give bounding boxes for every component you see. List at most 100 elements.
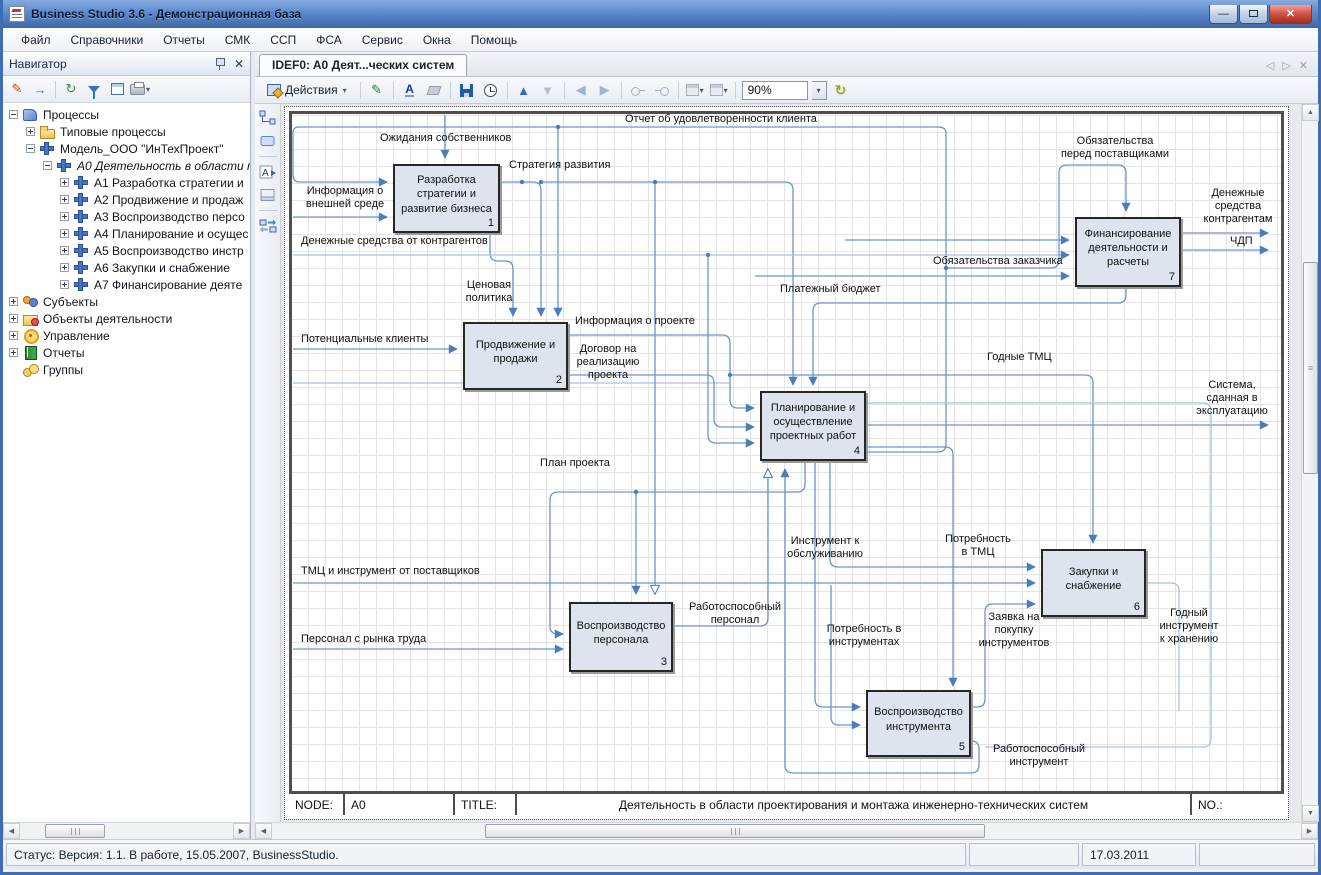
scrollbar-thumb[interactable]: ≡	[1303, 262, 1318, 474]
swap-tool-icon[interactable]	[259, 218, 277, 234]
edit-icon[interactable]: ✎	[7, 80, 27, 99]
flow-label[interactable]: Система, сданная в эксплуатацию	[1181, 379, 1283, 418]
scrollbar-thumb[interactable]	[485, 824, 985, 838]
scroll-right-icon[interactable]: ▶	[1301, 823, 1318, 839]
menu-smk[interactable]: СМК	[215, 30, 261, 50]
refresh-icon[interactable]: ↻	[61, 80, 81, 99]
tree-item-a1[interactable]: А1 Разработка стратегии и	[3, 174, 250, 191]
go-child-icon[interactable]	[652, 81, 672, 100]
maximize-button[interactable]	[1239, 5, 1268, 24]
frame-tool-icon[interactable]	[259, 187, 277, 203]
flow-label[interactable]: Ценовая политика	[457, 279, 521, 305]
tree-item-reports[interactable]: Отчеты	[3, 344, 250, 361]
save-icon[interactable]	[457, 81, 477, 100]
idef0-box-7[interactable]: Финансирование деятельности и расчеты7	[1075, 217, 1181, 287]
menu-fsa[interactable]: ФСА	[306, 30, 352, 50]
flow-label[interactable]: Годные ТМЦ	[987, 351, 1052, 364]
zoom-dropdown-icon[interactable]: ▾	[812, 81, 827, 100]
print-icon[interactable]: ▾	[130, 80, 150, 99]
flow-label[interactable]: ЧДП	[1230, 235, 1253, 248]
scroll-down-icon[interactable]: ▼	[1302, 805, 1319, 822]
menu-reports[interactable]: Отчеты	[153, 30, 214, 50]
edit-icon[interactable]: ✎	[367, 81, 387, 100]
minimize-button[interactable]: —	[1209, 5, 1238, 24]
tree-item-a4[interactable]: А4 Планирование и осущес	[3, 225, 250, 242]
tree-item-model[interactable]: Модель_ООО "ИнТехПроект"	[3, 140, 250, 157]
down-arrow-icon[interactable]: ▼	[538, 81, 558, 100]
canvas-vscrollbar[interactable]: ▲ ≡ ▼	[1301, 104, 1318, 822]
tree-item-processes[interactable]: Процессы	[3, 106, 250, 123]
box-tool-icon[interactable]	[259, 133, 277, 149]
close-button[interactable]: ✕	[1269, 5, 1312, 24]
tree-item-a2[interactable]: А2 Продвижение и продаж	[3, 191, 250, 208]
navigator-hscrollbar[interactable]: ◀ ▶	[3, 822, 250, 839]
canvas-hscrollbar[interactable]: ◀ ▶	[255, 822, 1318, 839]
diagram-canvas[interactable]: Отчет об удовлетворенности клиента Ожида…	[281, 104, 1301, 822]
flow-label[interactable]: Отчет об удовлетворенности клиента	[625, 113, 817, 126]
tab-scroll-right-icon[interactable]: ▷	[1282, 59, 1290, 72]
zoom-input[interactable]: 90%	[742, 81, 808, 100]
tree-item-management[interactable]: Управление	[3, 327, 250, 344]
window-icon[interactable]	[107, 80, 127, 99]
tree-item-a3[interactable]: А3 Воспроизводство персо	[3, 208, 250, 225]
tree-item-groups[interactable]: Группы	[3, 361, 250, 378]
eraser-icon[interactable]	[424, 81, 444, 100]
alarm-clock-icon[interactable]	[481, 81, 501, 100]
flow-label[interactable]: Информация о проекте	[575, 315, 695, 328]
flow-label[interactable]: Потенциальные клиенты	[301, 333, 428, 346]
scroll-left-icon[interactable]: ◀	[3, 823, 20, 839]
font-icon[interactable]: A	[400, 81, 420, 100]
window-prev-icon[interactable]: ▾	[685, 81, 705, 100]
flow-label[interactable]: Работоспособный инструмент	[978, 743, 1100, 769]
flow-label[interactable]: План проекта	[540, 457, 610, 470]
tab-close-icon[interactable]: ✕	[1299, 59, 1308, 72]
flow-label[interactable]: Информация о внешней среде	[299, 185, 391, 211]
tree-item-a7[interactable]: А7 Финансирование деяте	[3, 276, 250, 293]
idef0-box-2[interactable]: Продвижение и продажи2	[463, 322, 568, 390]
flow-label[interactable]: ТМЦ и инструмент от поставщиков	[301, 565, 480, 578]
idef0-box-1[interactable]: Разработка стратегии и развитие бизнеса1	[393, 164, 500, 233]
flow-label[interactable]: Стратегия развития	[509, 159, 610, 172]
tab-idef0-a0[interactable]: IDEF0: A0 Деят...ческих систем	[259, 54, 467, 76]
menu-references[interactable]: Справочники	[61, 30, 154, 50]
sync-icon[interactable]: ↻	[831, 81, 851, 100]
flow-label[interactable]: Потребность в инструментах	[815, 623, 913, 649]
scroll-up-icon[interactable]: ▲	[1302, 104, 1319, 121]
menu-windows[interactable]: Окна	[413, 30, 461, 50]
text-block-tool-icon[interactable]: A	[259, 164, 277, 180]
window-next-icon[interactable]: ▾	[709, 81, 729, 100]
idef0-box-4[interactable]: Планирование и осуществление проектных р…	[760, 391, 866, 461]
forward-icon[interactable]: ▶	[595, 81, 615, 100]
back-icon[interactable]: ◀	[571, 81, 591, 100]
idef0-box-3[interactable]: Воспроизводство персонала3	[569, 602, 673, 672]
flow-label[interactable]: Договор на реализацию проекта	[568, 343, 648, 382]
flow-label[interactable]: Обязательства перед поставщиками	[1040, 135, 1190, 161]
tree-item-typical-processes[interactable]: Типовые процессы	[3, 123, 250, 140]
flow-label[interactable]: Денежные средства контрагентам	[1193, 187, 1283, 226]
scrollbar-thumb[interactable]	[45, 824, 105, 838]
menu-help[interactable]: Помощь	[461, 30, 527, 50]
tree-item-subjects[interactable]: Субъекты	[3, 293, 250, 310]
menu-file[interactable]: Файл	[11, 30, 61, 50]
filter-icon[interactable]	[84, 80, 104, 99]
tree-item-a5[interactable]: А5 Воспроизводство инстр	[3, 242, 250, 259]
pin-icon[interactable]	[214, 57, 226, 70]
flow-label[interactable]: Ожидания собственников	[380, 132, 511, 145]
idef0-box-6[interactable]: Закупки и снабжение6	[1041, 549, 1146, 617]
flow-label[interactable]: Годный инструмент к хранению	[1145, 607, 1233, 646]
tab-scroll-left-icon[interactable]: ◁	[1266, 59, 1274, 72]
flow-label[interactable]: Работоспособный персонал	[675, 601, 795, 627]
diagram-sheet[interactable]: Отчет об удовлетворенности клиента Ожида…	[285, 107, 1288, 819]
scroll-left-icon[interactable]: ◀	[255, 823, 272, 839]
tree-item-a0[interactable]: А0 Деятельность в области пр	[3, 157, 250, 174]
up-arrow-icon[interactable]: ▲	[514, 81, 534, 100]
connector-tool-icon[interactable]	[259, 110, 277, 126]
flow-label[interactable]: Инструмент к обслуживанию	[777, 535, 873, 561]
flow-label[interactable]: Потребность в ТМЦ	[935, 533, 1021, 559]
actions-button[interactable]: Действия ▾	[260, 80, 354, 100]
flow-label[interactable]: Персонал с рынка труда	[301, 633, 426, 646]
tree-item-objects[interactable]: Объекты деятельности	[3, 310, 250, 327]
tree-item-a6[interactable]: А6 Закупки и снабжение	[3, 259, 250, 276]
flow-label[interactable]: Денежные средства от контрагентов	[301, 235, 488, 248]
idef0-box-5[interactable]: Воспроизводство инструмента5	[866, 690, 971, 757]
